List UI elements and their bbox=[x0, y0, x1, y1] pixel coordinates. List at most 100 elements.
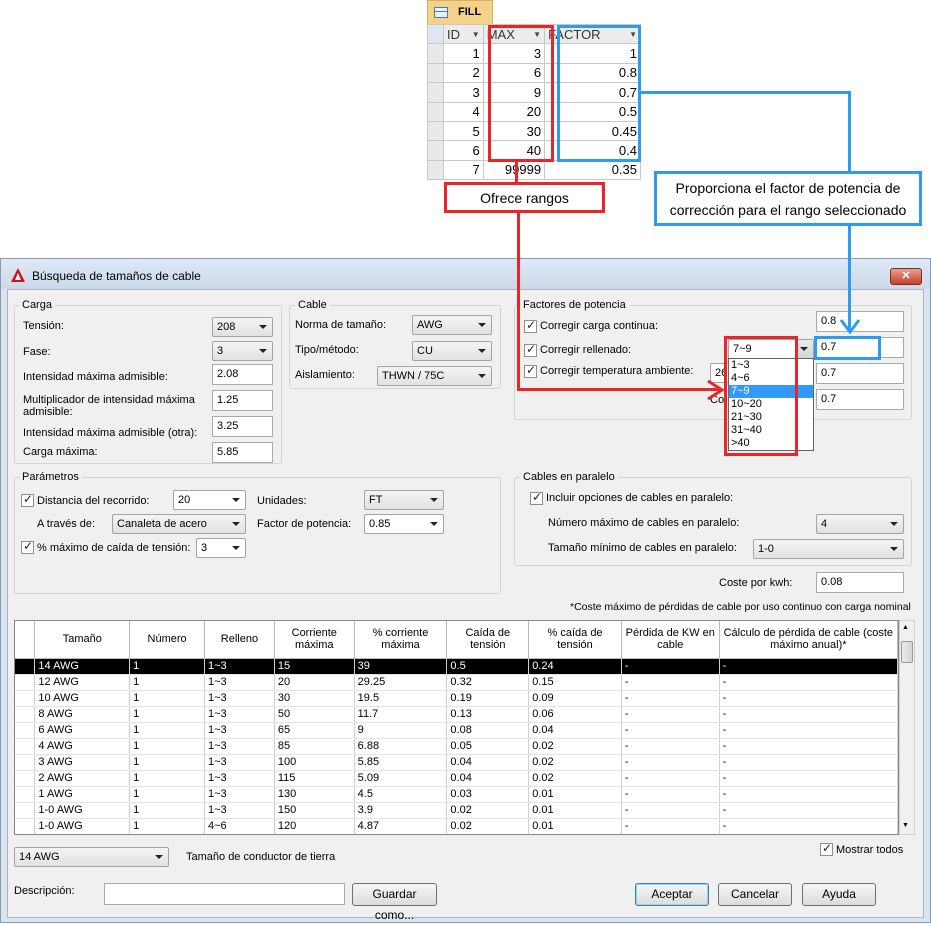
grid-row[interactable]: 6 AWG 1 1~3 65 9 0.08 0.04- - bbox=[15, 722, 898, 739]
multiplicador-label: Multiplicador de intensidad máxima admis… bbox=[23, 394, 195, 418]
grid-row[interactable]: 4 AWG 1 1~3 85 6.88 0.05 0.02- - bbox=[15, 738, 898, 755]
intensidad-field[interactable]: 2.08 bbox=[212, 364, 273, 385]
grid-cell: - bbox=[621, 658, 720, 675]
atraves-select[interactable]: Canaleta de acero bbox=[112, 514, 246, 534]
grid-cell: - bbox=[719, 706, 898, 723]
caida-checkbox[interactable]: ✓ bbox=[21, 539, 34, 554]
grid-row[interactable]: 14 AWG 1 1~3 15 39 0.5 0.24- - bbox=[15, 658, 898, 675]
title-bar[interactable]: Búsqueda de tamaños de cable ✕ bbox=[1, 259, 930, 289]
col-header-id[interactable]: ID ▼ bbox=[443, 23, 484, 45]
aislamiento-select[interactable]: THWN / 75C bbox=[377, 366, 492, 386]
coste-field[interactable]: 0.08 bbox=[816, 572, 904, 593]
fill-cell-id[interactable]: 4 bbox=[443, 101, 484, 122]
grid-col-header[interactable]: Tamaño bbox=[34, 621, 131, 659]
fill-cell-id[interactable]: 7 bbox=[443, 159, 484, 181]
grid-row[interactable]: 10 AWG 1 1~3 30 19.5 0.19 0.09- - bbox=[15, 690, 898, 707]
fase-select[interactable]: 3 bbox=[212, 341, 273, 361]
grid-col-header[interactable]: Cálculo de pérdida de cable (coste máxim… bbox=[719, 621, 898, 659]
grid-cell: 0.04 bbox=[528, 722, 622, 739]
distancia-checkbox[interactable]: ✓ bbox=[21, 492, 34, 507]
ground-size-label: Tamaño de conductor de tierra bbox=[186, 851, 336, 863]
grid-row[interactable]: 2 AWG 1 1~3 115 5.09 0.04 0.02- - bbox=[15, 770, 898, 787]
row-selector[interactable] bbox=[427, 82, 444, 103]
row-selector[interactable] bbox=[427, 159, 444, 181]
aceptar-button[interactable]: Aceptar bbox=[635, 883, 709, 906]
fill-table-row[interactable]: 7 99999 0.35 bbox=[427, 159, 641, 181]
grid-row[interactable]: 1 AWG 1 1~3 130 4.5 0.03 0.01- - bbox=[15, 786, 898, 803]
grid-row-header[interactable] bbox=[15, 754, 36, 771]
grid-row-header[interactable] bbox=[15, 786, 36, 803]
grid-row[interactable]: 3 AWG 1 1~3 100 5.85 0.04 0.02- - bbox=[15, 754, 898, 771]
norma-select[interactable]: AWG bbox=[412, 315, 492, 335]
chevron-down-icon bbox=[259, 325, 267, 329]
ground-size-select[interactable]: 14 AWG bbox=[14, 847, 169, 867]
row-selector[interactable] bbox=[427, 140, 444, 161]
fill-cell-id[interactable]: 1 bbox=[443, 43, 484, 64]
row-selector[interactable] bbox=[427, 43, 444, 64]
grid-cell: 0.04 bbox=[446, 754, 530, 771]
grid-col-header[interactable]: % corriente máxima bbox=[354, 621, 448, 659]
fill-cell-id[interactable]: 2 bbox=[443, 62, 484, 84]
table-corner[interactable] bbox=[427, 23, 444, 45]
tipo-select[interactable]: CU bbox=[412, 341, 492, 361]
grid-row-header[interactable] bbox=[15, 738, 36, 755]
distancia-select[interactable]: 20 bbox=[173, 490, 246, 510]
grid-col-header[interactable]: Corriente máxima bbox=[274, 621, 355, 659]
rellenado-checkbox[interactable]: ✓ bbox=[524, 342, 537, 357]
row-selector[interactable] bbox=[427, 62, 444, 84]
grid-scrollbar[interactable]: ▲ ▼ bbox=[899, 620, 915, 835]
tension-select[interactable]: 208 bbox=[212, 317, 273, 337]
grid-cell: 39 bbox=[354, 658, 448, 675]
fill-table-tab[interactable]: FILL bbox=[427, 0, 493, 24]
grid-col-header[interactable]: Relleno bbox=[204, 621, 275, 659]
temperatura-checkbox[interactable]: ✓ bbox=[524, 363, 537, 378]
grid-row-header[interactable] bbox=[15, 802, 36, 819]
grid-row[interactable]: 12 AWG 1 1~3 20 29.25 0.32 0.15- - bbox=[15, 674, 898, 691]
grid-row-header[interactable] bbox=[15, 658, 36, 675]
scroll-down-icon[interactable]: ▼ bbox=[902, 822, 909, 829]
factores-group-label: Factores de potencia bbox=[520, 299, 629, 311]
chevron-down-icon bbox=[232, 498, 240, 502]
guardar-como-button[interactable]: Guardar como... bbox=[352, 883, 437, 922]
close-button[interactable]: ✕ bbox=[890, 268, 922, 285]
descripcion-field[interactable] bbox=[104, 883, 345, 905]
grid-row-header[interactable] bbox=[15, 722, 36, 739]
fill-cell-id[interactable]: 6 bbox=[443, 140, 484, 161]
grid-row[interactable]: 1-0 AWG 1 1~3 150 3.9 0.02 0.01- - bbox=[15, 802, 898, 819]
cancelar-button[interactable]: Cancelar bbox=[718, 883, 792, 906]
grid-col-header[interactable]: Caída de tensión bbox=[446, 621, 530, 659]
numero-select[interactable]: 4 bbox=[816, 514, 904, 534]
temperatura-field[interactable]: 0.7 bbox=[816, 363, 904, 384]
row-selector[interactable] bbox=[427, 120, 444, 142]
grid-col-header[interactable]: Pérdida de KW en cable bbox=[621, 621, 720, 659]
grid-col-header[interactable]: % caída de tensión bbox=[528, 621, 622, 659]
scroll-thumb[interactable] bbox=[901, 641, 913, 663]
fill-cell-max[interactable]: 99999 bbox=[482, 159, 546, 181]
caida-select[interactable]: 3 bbox=[196, 538, 246, 558]
tamano-min-select[interactable]: 1-0 bbox=[753, 539, 904, 559]
ayuda-button[interactable]: Ayuda bbox=[802, 883, 876, 906]
grid-row[interactable]: 1-0 AWG 1 4~6 120 4.87 0.02 0.01- - bbox=[15, 818, 898, 834]
grid-cell: 115 bbox=[274, 770, 355, 787]
fourth-factor-field[interactable]: 0.7 bbox=[816, 389, 904, 410]
grid-row-header[interactable] bbox=[15, 818, 36, 834]
fill-cell-factor[interactable]: 0.35 bbox=[544, 159, 641, 181]
grid-row-header[interactable] bbox=[15, 770, 36, 787]
grid-row-header[interactable] bbox=[15, 706, 36, 723]
unidades-select[interactable]: FT bbox=[364, 490, 444, 510]
row-selector[interactable] bbox=[427, 101, 444, 122]
fill-cell-id[interactable]: 5 bbox=[443, 120, 484, 142]
grid-col-header[interactable]: Número bbox=[129, 621, 205, 659]
grid-row-header[interactable] bbox=[15, 690, 36, 707]
incluir-checkbox[interactable]: ✓ bbox=[530, 490, 543, 505]
scroll-up-icon[interactable]: ▲ bbox=[902, 624, 909, 631]
grid-row[interactable]: 8 AWG 1 1~3 50 11.7 0.13 0.06- - bbox=[15, 706, 898, 723]
mostrar-checkbox[interactable]: ✓ bbox=[820, 841, 833, 856]
fill-cell-id[interactable]: 3 bbox=[443, 82, 484, 103]
factor-potencia-select[interactable]: 0.85 bbox=[364, 514, 444, 534]
grid-row-header[interactable] bbox=[15, 674, 36, 691]
multiplicador-field[interactable]: 1.25 bbox=[212, 390, 273, 411]
carga-max-field[interactable]: 5.85 bbox=[212, 442, 273, 463]
continua-checkbox[interactable]: ✓ bbox=[524, 318, 537, 333]
intensidad-otra-field[interactable]: 3.25 bbox=[212, 416, 273, 437]
